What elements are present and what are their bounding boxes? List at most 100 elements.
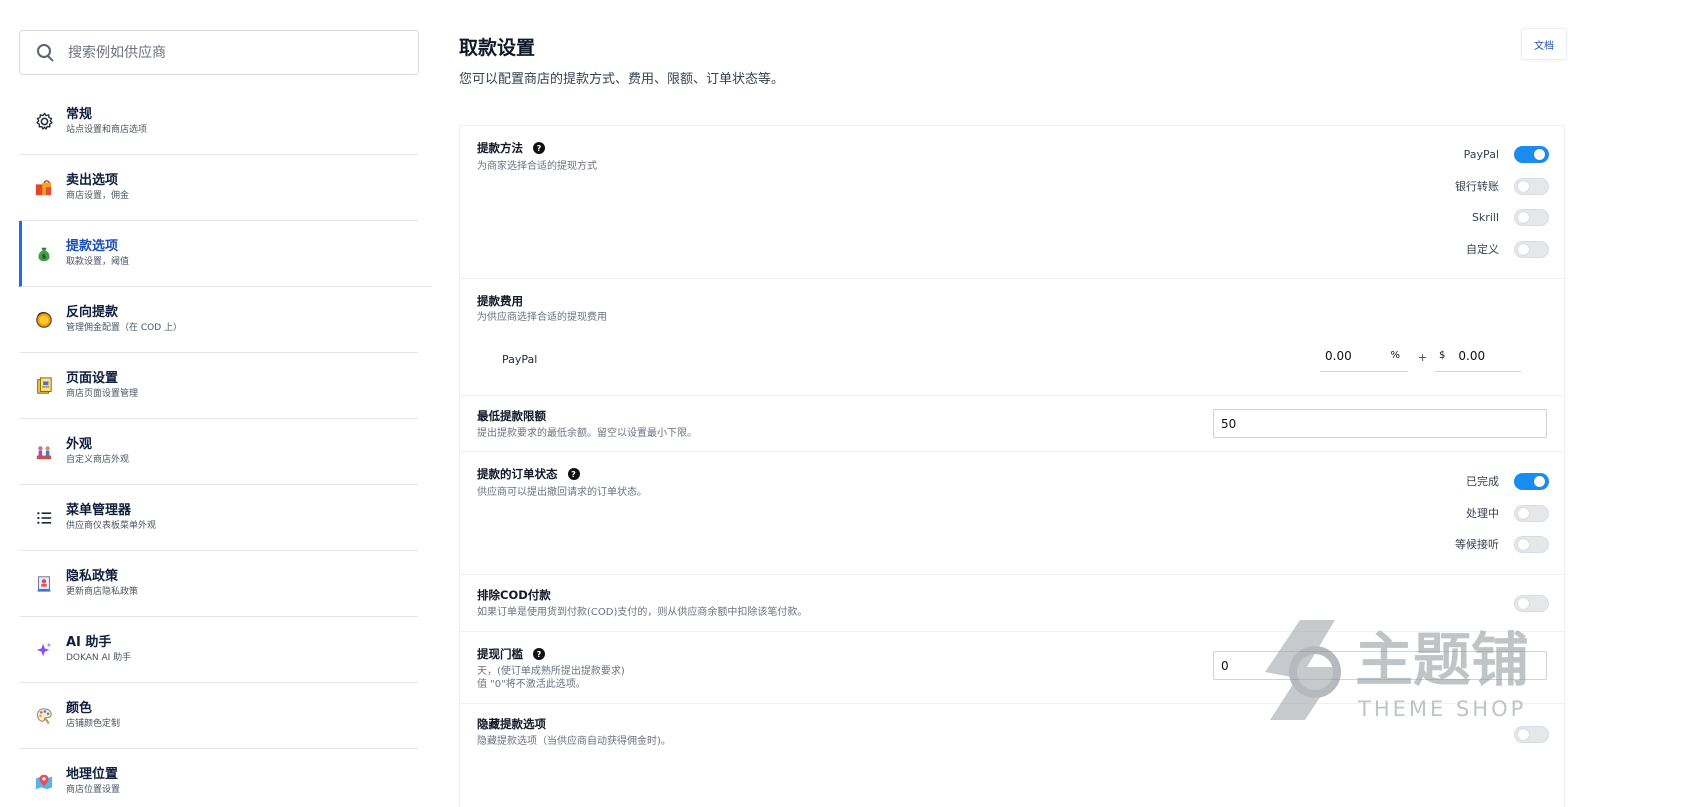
hide-options-toggle[interactable] bbox=[1514, 725, 1549, 743]
section-title: 提款方法 ? bbox=[477, 140, 545, 156]
help-icon[interactable]: ? bbox=[567, 468, 580, 480]
sidebar-item-title: 地理位置 bbox=[66, 767, 119, 782]
section-title: 提现门槛 ? bbox=[477, 646, 545, 662]
shopping-bags-icon bbox=[34, 178, 54, 198]
sidebar-item-title: 隐私政策 bbox=[66, 569, 119, 584]
sidebar-item-appearance[interactable]: 外观 自定义商店外观 bbox=[19, 419, 418, 485]
toggle-row-on-hold: 等候接听 bbox=[1455, 534, 1549, 554]
min-withdraw-limit-section: 最低提款限额 提出提款要求的最低余额。留空以设置最小下限。 bbox=[460, 396, 1566, 452]
settings-panel: 提款方法 ? 为商家选择合适的提现方式 PayPal 银行转账 Skrill 自… bbox=[459, 125, 1566, 807]
section-title: 排除COD付款 bbox=[477, 588, 551, 602]
toggle-label: 处理中 bbox=[1466, 507, 1499, 520]
toggle-label: PayPal bbox=[1463, 147, 1499, 161]
sidebar-item-title: 菜单管理器 bbox=[66, 503, 132, 518]
sidebar-item-subtitle: 商店页面设置管理 bbox=[66, 389, 139, 399]
toggle-label: 银行转账 bbox=[1455, 180, 1499, 193]
search-box[interactable] bbox=[19, 30, 419, 75]
help-icon[interactable]: ? bbox=[533, 142, 545, 154]
sidebar-item-title: 颜色 bbox=[66, 701, 93, 716]
section-description: 隐藏提款选项（当供应商自动获得佣金时)。 bbox=[477, 736, 671, 747]
section-title-text: 提款的订单状态 bbox=[477, 467, 558, 481]
coin-icon bbox=[34, 310, 54, 330]
fee-plus-sign: + bbox=[1418, 351, 1428, 364]
threshold-input[interactable] bbox=[1213, 651, 1547, 680]
order-status-section: 提款的订单状态 ? 供应商可以提出撤回请求的订单状态。 已完成 处理中 等候接听 bbox=[460, 452, 1566, 575]
sidebar-item-geolocation[interactable]: 地理位置 商店位置设置 bbox=[19, 749, 418, 807]
documentation-button[interactable]: 文档 bbox=[1521, 28, 1567, 60]
toggle-label: 等候接听 bbox=[1455, 538, 1499, 551]
exclude-cod-section: 排除COD付款 如果订单是使用货到付款(COD)支付的，则从供应商余额中扣除该笔… bbox=[460, 575, 1566, 632]
sidebar-item-subtitle: 商店位置设置 bbox=[66, 785, 121, 795]
main-content: 取款设置 您可以配置商店的提款方式、费用、限额、订单状态等。 文档 提款方法 ?… bbox=[459, 0, 1689, 807]
sidebar-item-selling-options[interactable]: 卖出选项 商店设置，佣金 bbox=[19, 155, 418, 221]
list-icon bbox=[34, 508, 54, 528]
sidebar-item-subtitle: 自定义商店外观 bbox=[66, 455, 130, 465]
toggle-row-hide-options bbox=[1514, 724, 1549, 744]
section-description-line1: 天，(使订单成熟所提出提款要求) bbox=[477, 666, 625, 677]
sidebar-item-reverse-withdrawal[interactable]: 反向提款 管理佣金配置（在 COD 上） bbox=[19, 287, 418, 353]
on-hold-toggle[interactable] bbox=[1514, 535, 1549, 553]
sidebar-item-subtitle: 取款设置，阈值 bbox=[66, 257, 130, 267]
map-pin-icon bbox=[34, 772, 54, 792]
money-bag-icon: $ bbox=[34, 244, 54, 264]
section-title: 隐藏提款选项 bbox=[477, 717, 546, 731]
percent-symbol: % bbox=[1390, 350, 1400, 361]
sidebar-item-subtitle: DOKAN AI 助手 bbox=[66, 653, 132, 663]
sidebar-item-general[interactable]: 常规 站点设置和商店选项 bbox=[19, 89, 418, 155]
processing-toggle[interactable] bbox=[1514, 504, 1549, 522]
sidebar-item-title: AI 助手 bbox=[66, 635, 112, 650]
fee-percent-input[interactable]: 0.00 % bbox=[1320, 340, 1408, 372]
bank-transfer-toggle[interactable] bbox=[1514, 177, 1549, 195]
skrill-toggle[interactable] bbox=[1514, 208, 1549, 226]
settings-nav: 常规 站点设置和商店选项 卖出选项 商店设置，佣金 $ 提款选项 取款设置，阈值 bbox=[19, 89, 432, 807]
section-description: 提出提款要求的最低余额。留空以设置最小下限。 bbox=[477, 428, 697, 439]
svg-text:$: $ bbox=[42, 253, 46, 260]
color-palette-icon bbox=[34, 706, 54, 726]
sidebar-item-colors[interactable]: 颜色 店铺颜色定制 bbox=[19, 683, 418, 749]
toggle-row-completed: 已完成 bbox=[1466, 471, 1549, 491]
completed-toggle[interactable] bbox=[1514, 472, 1549, 490]
help-icon[interactable]: ? bbox=[533, 648, 545, 660]
fee-fixed-value: 0.00 bbox=[1458, 348, 1486, 363]
sparkle-icon bbox=[34, 640, 54, 660]
section-description: 如果订单是使用货到付款(COD)支付的，则从供应商余额中扣除该笔付款。 bbox=[477, 607, 808, 618]
sidebar-item-subtitle: 站点设置和商店选项 bbox=[66, 125, 148, 135]
exclude-cod-toggle[interactable] bbox=[1514, 594, 1549, 612]
section-title: 提款费用 bbox=[477, 294, 523, 308]
page-description: 您可以配置商店的提款方式、费用、限额、订单状态等。 bbox=[459, 72, 785, 87]
section-title-text: 提款方法 bbox=[477, 141, 523, 155]
sidebar-item-page-settings[interactable]: 页面设置 商店页面设置管理 bbox=[19, 353, 418, 419]
section-description: 为商家选择合适的提现方式 bbox=[477, 161, 597, 172]
palette-people-icon bbox=[34, 442, 54, 462]
section-description: 供应商可以提出撤回请求的订单状态。 bbox=[477, 487, 647, 498]
toggle-label: Skrill bbox=[1471, 210, 1499, 224]
toggle-row-exclude-cod bbox=[1514, 593, 1549, 613]
hide-withdraw-options-section: 隐藏提款选项 隐藏提款选项（当供应商自动获得佣金时)。 bbox=[460, 704, 1566, 764]
search-input[interactable] bbox=[68, 44, 388, 61]
section-title-text: 提现门槛 bbox=[477, 647, 523, 661]
currency-symbol: $ bbox=[1439, 350, 1446, 361]
min-limit-input[interactable] bbox=[1213, 409, 1547, 438]
sidebar-item-ai-assistant[interactable]: AI 助手 DOKAN AI 助手 bbox=[19, 617, 418, 683]
search-icon bbox=[36, 43, 56, 63]
sidebar-item-withdraw-options[interactable]: $ 提款选项 取款设置，阈值 bbox=[19, 221, 432, 287]
toggle-label: 自定义 bbox=[1466, 243, 1499, 256]
sidebar-item-subtitle: 管理佣金配置（在 COD 上） bbox=[66, 323, 183, 333]
sidebar-item-privacy-policy[interactable]: 隐私政策 更新商店隐私政策 bbox=[19, 551, 418, 617]
toggle-row-processing: 处理中 bbox=[1466, 503, 1549, 523]
withdraw-threshold-section: 提现门槛 ? 天，(使订单成熟所提出提款要求) 值 "0"将不激活此选项。 bbox=[460, 632, 1566, 704]
paypal-toggle[interactable] bbox=[1514, 145, 1549, 163]
sidebar-item-menu-manager[interactable]: 菜单管理器 供应商仪表板菜单外观 bbox=[19, 485, 418, 551]
sidebar-item-title: 反向提款 bbox=[66, 305, 119, 320]
withdraw-fees-section: 提款费用 为供应商选择合适的提现费用 PayPal 0.00 % + $ 0.0… bbox=[460, 279, 1566, 396]
custom-toggle[interactable] bbox=[1514, 240, 1549, 258]
fee-fixed-input[interactable]: $ 0.00 bbox=[1435, 340, 1521, 372]
pages-icon bbox=[34, 376, 54, 396]
section-description: 为供应商选择合适的提现费用 bbox=[477, 312, 607, 323]
withdraw-methods-section: 提款方法 ? 为商家选择合适的提现方式 PayPal 银行转账 Skrill 自… bbox=[460, 126, 1566, 279]
sidebar-item-subtitle: 商店设置，佣金 bbox=[66, 191, 130, 201]
toggle-row-custom: 自定义 bbox=[1466, 239, 1549, 259]
toggle-row-skrill: Skrill bbox=[1472, 207, 1549, 227]
section-title: 提款的订单状态 ? bbox=[477, 466, 580, 482]
fee-percent-value: 0.00 bbox=[1325, 348, 1352, 363]
